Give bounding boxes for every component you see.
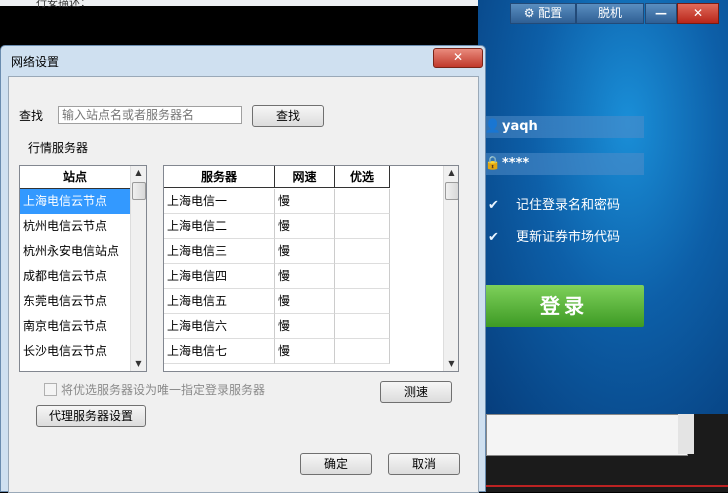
background-list-area — [486, 414, 688, 456]
station-list-item[interactable]: 南京电信云节点 — [20, 314, 130, 339]
station-list[interactable]: 站点 上海电信云节点 杭州电信云节点 杭州永安电信站点 成都电信云节点 东莞电信… — [19, 165, 147, 372]
quote-server-group-label: 行情服务器 — [28, 141, 89, 155]
search-label: 查找 — [19, 109, 44, 123]
minimize-button[interactable]: — — [645, 3, 677, 24]
server-grid-scrollbar[interactable]: ▲ ▼ — [443, 166, 458, 371]
speed-cell: 慢 — [275, 239, 335, 264]
password-field[interactable]: 🔒**** — [484, 153, 644, 175]
preferred-cell[interactable] — [335, 314, 390, 339]
station-column-header: 站点 — [20, 166, 131, 189]
speed-cell: 慢 — [275, 189, 335, 214]
server-cell[interactable]: 上海电信五 — [164, 289, 275, 314]
username-field[interactable]: 👤yaqh — [484, 116, 644, 138]
dialog-title: 网络设置 — [11, 55, 60, 69]
speed-cell: 慢 — [275, 214, 335, 239]
scroll-up-icon[interactable]: ▲ — [444, 166, 458, 180]
scroll-thumb[interactable] — [445, 182, 458, 200]
background-top-text: 行安描述： — [36, 0, 91, 9]
server-cell[interactable]: 上海电信四 — [164, 264, 275, 289]
server-cell[interactable]: 上海电信七 — [164, 339, 275, 364]
user-icon: 👤 — [484, 119, 502, 134]
preferred-cell[interactable] — [335, 289, 390, 314]
station-list-scrollbar[interactable]: ▲ ▼ — [130, 166, 146, 371]
server-column-header[interactable]: 服务器 — [164, 166, 275, 188]
speed-test-button[interactable]: 测速 — [380, 381, 452, 403]
preferred-cell[interactable] — [335, 189, 390, 214]
search-button[interactable]: 查找 — [252, 105, 324, 127]
station-list-item[interactable]: 东莞电信云节点 — [20, 289, 130, 314]
server-grid[interactable]: 服务器 网速 优选 上海电信一 慢 上海电信二 慢 上海电信三 慢 上海电信四 … — [163, 165, 459, 372]
login-button[interactable]: 登录 — [484, 285, 644, 327]
checkmark-icon: ✔ — [488, 230, 499, 245]
remember-checkbox[interactable]: ✔ 记住登录名和密码 — [484, 194, 620, 213]
server-cell[interactable]: 上海电信二 — [164, 214, 275, 239]
ok-button[interactable]: 确定 — [300, 453, 372, 475]
station-list-item[interactable]: 杭州电信云节点 — [20, 214, 130, 239]
close-window-button[interactable]: ✕ — [677, 3, 719, 24]
preferred-cell[interactable] — [335, 339, 390, 364]
config-button[interactable]: ⚙ 配置 — [510, 3, 576, 24]
checkbox-box[interactable] — [44, 383, 57, 396]
speed-cell: 慢 — [275, 289, 335, 314]
checkmark-icon: ✔ — [488, 198, 499, 213]
server-cell[interactable]: 上海电信六 — [164, 314, 275, 339]
gear-icon: ⚙ — [523, 6, 535, 20]
station-list-item[interactable]: 杭州永安电信站点 — [20, 239, 130, 264]
speed-cell: 慢 — [275, 314, 335, 339]
lock-icon: 🔒 — [484, 156, 502, 171]
offline-button[interactable]: 脱机 — [576, 3, 644, 24]
preferred-column-header[interactable]: 优选 — [335, 166, 390, 188]
scroll-down-icon[interactable]: ▼ — [131, 357, 146, 371]
server-cell[interactable]: 上海电信一 — [164, 189, 275, 214]
station-list-item[interactable]: 长沙电信云节点 — [20, 339, 130, 364]
station-list-item[interactable]: 成都电信云节点 — [20, 264, 130, 289]
server-cell[interactable]: 上海电信三 — [164, 239, 275, 264]
speed-cell: 慢 — [275, 339, 335, 364]
search-input[interactable] — [58, 106, 242, 124]
only-preferred-checkbox[interactable]: 将优选服务器设为唯一指定登录服务器 — [44, 381, 265, 398]
preferred-cell[interactable] — [335, 239, 390, 264]
speed-column-header[interactable]: 网速 — [275, 166, 335, 188]
update-codes-checkbox[interactable]: ✔ 更新证券市场代码 — [484, 226, 620, 245]
background-scrollbar[interactable] — [678, 414, 694, 454]
scroll-down-icon[interactable]: ▼ — [444, 357, 458, 371]
preferred-cell[interactable] — [335, 214, 390, 239]
proxy-settings-button[interactable]: 代理服务器设置 — [36, 405, 146, 427]
station-list-item[interactable]: 上海电信云节点 — [20, 189, 130, 214]
dialog-close-button[interactable]: ✕ — [433, 48, 483, 68]
speed-cell: 慢 — [275, 264, 335, 289]
cancel-button[interactable]: 取消 — [388, 453, 460, 475]
preferred-cell[interactable] — [335, 264, 390, 289]
scroll-up-icon[interactable]: ▲ — [131, 166, 146, 180]
scroll-thumb[interactable] — [132, 182, 146, 200]
